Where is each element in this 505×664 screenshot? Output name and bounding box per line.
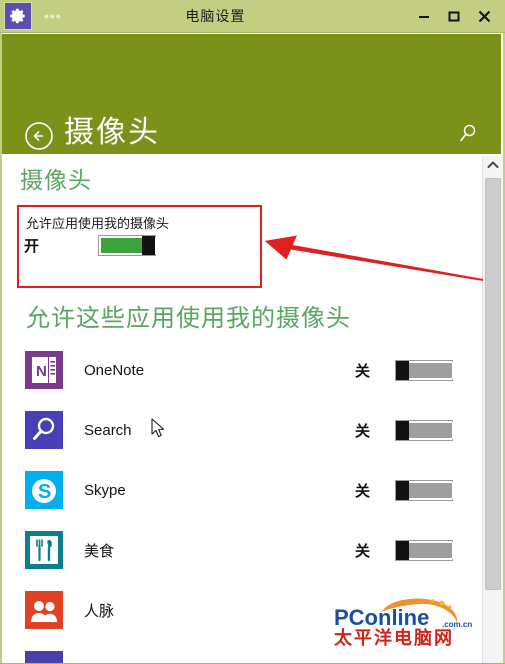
app-name: Skype [84,481,126,499]
app-toggle-container [395,539,481,561]
toggle-thumb [396,420,409,440]
app-name: 美食 [84,542,115,560]
app-toggle[interactable] [395,419,453,441]
apps-section-heading: 允许这些应用使用我的摄像头 [26,305,351,332]
toggle-thumb [396,480,409,500]
back-arrow-circle-icon[interactable] [24,121,54,151]
pc-settings-window: ••• 电脑设置 摄像头 摄像头 允许应用使用我的摄像头 开 允许这些应用使用我… [0,0,505,664]
svg-text:太平洋电脑网: 太平洋电脑网 [334,627,454,648]
vertical-scrollbar[interactable] [482,156,503,663]
svg-text:PConline: PConline [334,605,429,630]
app-toggle-state: 关 [355,482,371,500]
main-toggle-state: 开 [24,238,40,255]
app-toggle[interactable] [395,359,453,381]
table-row[interactable]: 美食 关 [2,520,481,580]
food-icon [25,531,63,569]
app-toggle-container [395,479,481,501]
search-app-icon [25,411,63,449]
app-name: 人脉 [84,602,115,620]
onenote-icon: N [25,351,63,389]
app-toggle-container [395,419,481,441]
pconline-watermark: PConline .com.cn 太平洋电脑网 [330,592,490,648]
app-toggle-container [395,359,481,381]
minimize-button[interactable] [409,1,439,31]
app-toggle[interactable] [395,539,453,561]
skype-icon: S [25,471,63,509]
toggle-thumb [142,236,155,255]
toggle-thumb [396,540,409,560]
app-toggle-state: 关 [355,362,371,380]
svg-text:N: N [36,363,47,380]
table-row[interactable]: S Skype 关 [2,460,481,520]
toggle-thumb [396,360,409,380]
allow-apps-label: 允许应用使用我的摄像头 [26,216,170,231]
table-row[interactable]: N OneNote 关 [2,340,481,400]
title-bar: ••• 电脑设置 [0,0,505,33]
camera-master-toggle[interactable] [98,235,156,256]
camera-section-heading: 摄像头 [20,167,92,193]
mouse-cursor [151,418,167,440]
app-name: 日历 [84,660,355,664]
app-toggle[interactable] [395,479,453,501]
chevron-up-icon[interactable] [483,156,503,174]
people-icon [25,591,63,629]
app-name: OneNote [84,361,145,379]
app-toggle-state: 关 [355,422,371,440]
page-title: 摄像头 [64,116,160,149]
settings-content: 摄像头 允许应用使用我的摄像头 开 允许这些应用使用我的摄像头 N OneNot… [2,156,481,663]
table-row[interactable]: Search 关 [2,400,481,460]
calendar-icon [25,651,63,663]
close-button[interactable] [469,1,499,31]
window-title: 电脑设置 [185,8,246,24]
search-icon[interactable] [457,122,479,144]
page-header: 摄像头 [2,34,501,154]
app-toggle-state: 关 [355,542,371,560]
app-name: Search [84,421,132,439]
scrollbar-thumb[interactable] [485,178,501,590]
svg-text:S: S [38,481,51,503]
maximize-button[interactable] [439,1,469,31]
